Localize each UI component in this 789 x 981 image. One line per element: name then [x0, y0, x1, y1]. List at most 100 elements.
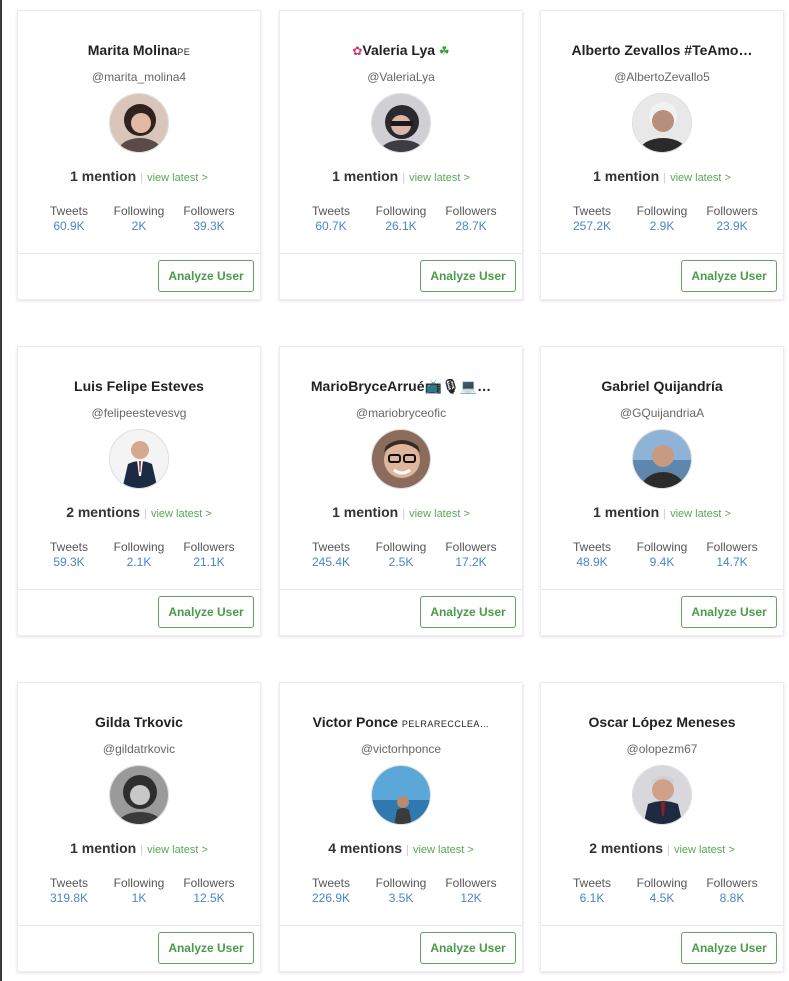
- stat-value: 8.8K: [719, 891, 745, 905]
- mention-row: 2 mentions | view latest >: [66, 504, 212, 520]
- mention-row: 1 mention | view latest >: [70, 168, 208, 184]
- view-latest-link[interactable]: view latest >: [147, 844, 208, 856]
- avatar[interactable]: [371, 93, 431, 153]
- stat-following: Following 26.1K: [368, 204, 434, 234]
- stat-label: Followers: [706, 540, 758, 554]
- user-name-suffix: PE: [177, 47, 191, 57]
- flower-icon: ✿: [352, 44, 363, 58]
- stat-value: 26.1K: [385, 219, 417, 233]
- view-latest-link[interactable]: view latest >: [409, 508, 470, 520]
- stat-followers: Followers 28.7K: [438, 204, 504, 234]
- avatar[interactable]: [109, 429, 169, 489]
- card-divider: [280, 253, 522, 254]
- user-handle[interactable]: @felipeestevesvg: [28, 405, 250, 421]
- avatar[interactable]: [371, 429, 431, 489]
- stat-followers: Followers 8.8K: [699, 876, 765, 906]
- user-name: Marita MolinaPE: [87, 42, 191, 58]
- user-card: ✿Valeria Lya ☘ @ValeriaLya 1 mention | vie…: [279, 10, 523, 300]
- user-handle[interactable]: @gildatrkovic: [28, 741, 250, 757]
- view-latest-link[interactable]: view latest >: [409, 172, 470, 184]
- stat-value: 2.9K: [649, 219, 675, 233]
- user-stats: Tweets 6.1K Following 4.5K Followers 8.8K: [551, 876, 773, 906]
- analyze-user-button[interactable]: Analyze User: [158, 260, 254, 292]
- mention-count: 1 mention: [70, 168, 137, 184]
- user-stats: Tweets 48.9K Following 9.4K Followers 14.7K: [551, 540, 773, 570]
- user-card: Gilda Trkovic @gildatrkovic 1 mention | vi…: [17, 682, 261, 972]
- view-latest-link[interactable]: view latest >: [413, 844, 474, 856]
- stat-value: 39.3K: [193, 219, 225, 233]
- stat-value: 2.1K: [126, 555, 152, 569]
- card-divider: [541, 589, 783, 590]
- user-card: Oscar López Meneses @olopezm67 2 mention…: [540, 682, 784, 972]
- stat-following: Following 2K: [106, 204, 172, 234]
- user-stats: Tweets 319.8K Following 1K Followers 12.5K: [28, 876, 250, 906]
- view-latest-link[interactable]: view latest >: [151, 508, 212, 520]
- stat-label: Followers: [706, 204, 758, 218]
- analyze-user-button[interactable]: Analyze User: [681, 596, 777, 628]
- stat-label: Tweets: [311, 540, 350, 554]
- stat-value: 23.9K: [716, 219, 748, 233]
- stat-label: Following: [375, 540, 427, 554]
- stat-followers: Followers 21.1K: [176, 540, 242, 570]
- user-name-suffix: PELRARECCLEA…: [401, 719, 490, 729]
- stat-value: 4.5K: [649, 891, 675, 905]
- mention-count: 1 mention: [593, 504, 660, 520]
- stat-label: Following: [113, 540, 165, 554]
- stat-label: Tweets: [49, 204, 88, 218]
- stat-label: Followers: [183, 540, 235, 554]
- user-handle[interactable]: @olopezm67: [551, 741, 773, 757]
- user-name: Victor Ponce PELRARECCLEA…: [312, 714, 490, 730]
- stat-value: 3.5K: [388, 891, 414, 905]
- stat-tweets: Tweets 48.9K: [559, 540, 625, 570]
- user-handle[interactable]: @ValeriaLya: [290, 69, 512, 85]
- mention-row: 1 mention | view latest >: [593, 504, 731, 520]
- stat-value: 9.4K: [649, 555, 675, 569]
- avatar[interactable]: [109, 765, 169, 825]
- avatar[interactable]: [632, 765, 692, 825]
- stat-followers: Followers 12.5K: [176, 876, 242, 906]
- stat-following: Following 2.5K: [368, 540, 434, 570]
- analyze-user-button[interactable]: Analyze User: [158, 596, 254, 628]
- analyze-user-button[interactable]: Analyze User: [420, 596, 516, 628]
- stat-label: Following: [636, 876, 688, 890]
- analyze-user-button[interactable]: Analyze User: [420, 260, 516, 292]
- analyze-user-button[interactable]: Analyze User: [681, 260, 777, 292]
- view-latest-link[interactable]: view latest >: [674, 844, 735, 856]
- avatar[interactable]: [632, 429, 692, 489]
- stat-label: Followers: [706, 876, 758, 890]
- user-handle[interactable]: @victorhponce: [290, 741, 512, 757]
- stat-followers: Followers 14.7K: [699, 540, 765, 570]
- user-handle[interactable]: @GQuijandriaA: [551, 405, 773, 421]
- stat-label: Tweets: [572, 204, 611, 218]
- stat-following: Following 1K: [106, 876, 172, 906]
- avatar[interactable]: [371, 765, 431, 825]
- user-stats: Tweets 245.4K Following 2.5K Followers 17.2…: [290, 540, 512, 570]
- stat-label: Tweets: [49, 540, 88, 554]
- user-handle[interactable]: @mariobryceofic: [290, 405, 512, 421]
- user-card: Marita MolinaPE @marita_molina4 1 mentio…: [17, 10, 261, 300]
- user-handle[interactable]: @AlbertoZevallo5: [551, 69, 773, 85]
- stat-followers: Followers 12K: [438, 876, 504, 906]
- stat-tweets: Tweets 245.4K: [298, 540, 364, 570]
- stat-label: Tweets: [572, 540, 611, 554]
- stat-label: Followers: [183, 204, 235, 218]
- user-stats: Tweets 60.7K Following 26.1K Followers 28.7…: [290, 204, 512, 234]
- mention-row: 1 mention | view latest >: [593, 168, 731, 184]
- view-latest-link[interactable]: view latest >: [670, 172, 731, 184]
- user-card: Victor Ponce PELRARECCLEA… @victorhponce…: [279, 682, 523, 972]
- card-divider: [280, 589, 522, 590]
- avatar[interactable]: [632, 93, 692, 153]
- user-handle[interactable]: @marita_molina4: [28, 69, 250, 85]
- avatar[interactable]: [109, 93, 169, 153]
- stat-value: 12.5K: [193, 891, 225, 905]
- mention-count: 4 mentions: [328, 840, 403, 856]
- analyze-user-button[interactable]: Analyze User: [420, 932, 516, 964]
- mention-row: 2 mentions | view latest >: [589, 840, 735, 856]
- mention-row: 1 mention | view latest >: [332, 168, 470, 184]
- analyze-user-button[interactable]: Analyze User: [158, 932, 254, 964]
- view-latest-link[interactable]: view latest >: [147, 172, 208, 184]
- analyze-user-button[interactable]: Analyze User: [681, 932, 777, 964]
- view-latest-link[interactable]: view latest >: [670, 508, 731, 520]
- card-divider: [541, 925, 783, 926]
- card-divider: [541, 253, 783, 254]
